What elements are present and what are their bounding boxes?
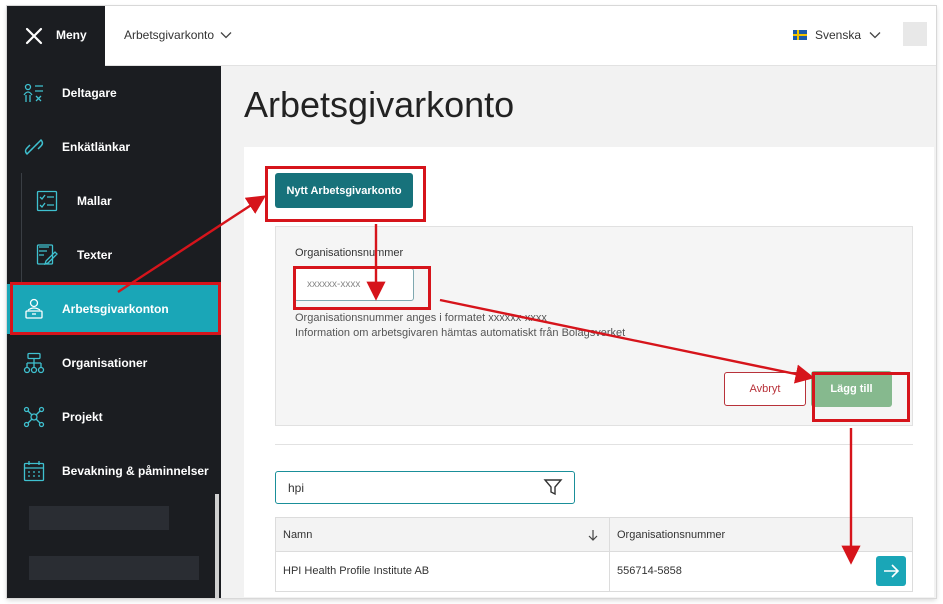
edit-text-icon (36, 244, 58, 266)
sidebar-item-label: Projekt (62, 410, 103, 424)
sidebar-item-label: Mallar (77, 194, 112, 208)
sidebar-item-mallar[interactable]: Mallar (7, 176, 221, 226)
table-header-org-number[interactable]: Organisationsnummer (610, 518, 912, 552)
sidebar-item-label: Arbetsgivarkonton (62, 302, 169, 316)
sidebar-item-label: Organisationer (62, 356, 148, 370)
sidebar-item-label: Deltagare (62, 86, 117, 100)
avatar[interactable] (903, 22, 927, 46)
sidebar-scrollbar[interactable] (215, 494, 219, 598)
cancel-button[interactable]: Avbryt (724, 372, 806, 406)
chevron-down-icon (220, 32, 232, 39)
sidebar-item-arbetsgivarkonton[interactable]: Arbetsgivarkonton (7, 284, 221, 334)
template-icon (36, 190, 58, 212)
language-dropdown[interactable]: Svenska (793, 28, 881, 42)
sidebar-item-deltagare[interactable]: Deltagare (7, 68, 221, 118)
filter-icon[interactable] (543, 477, 563, 497)
sort-arrow-down-icon[interactable] (588, 529, 598, 541)
menu-button[interactable]: Meny (7, 6, 105, 66)
add-button[interactable]: Lägg till (811, 371, 892, 407)
blurred-sidebar-item (29, 506, 169, 530)
blurred-sidebar-item (29, 556, 199, 580)
sidebar-item-enkatlankar[interactable]: Enkätlänkar (7, 122, 221, 172)
table-header-label: Namn (283, 528, 313, 541)
org-number-label: Organisationsnummer (295, 247, 404, 259)
swedish-flag-icon (793, 30, 807, 40)
account-dropdown[interactable]: Arbetsgivarkonto (124, 28, 232, 42)
close-icon (25, 27, 43, 45)
participants-icon (23, 83, 43, 102)
org-number-help-format: Organisationsnummer anges i formatet xxx… (295, 312, 547, 324)
open-row-button[interactable] (876, 556, 906, 586)
top-bar: Meny Arbetsgivarkonto Svenska (7, 6, 936, 66)
menu-label: Meny (56, 28, 87, 42)
sidebar-item-organisationer[interactable]: Organisationer (7, 338, 221, 388)
chevron-down-icon (869, 32, 881, 39)
table-header-name[interactable]: Namn (276, 518, 609, 552)
search-input[interactable]: hpi (275, 471, 575, 504)
org-chart-icon (23, 352, 45, 374)
sidebar-item-label: Texter (77, 248, 113, 262)
arrow-right-icon (884, 564, 900, 578)
sidebar-item-bevakning[interactable]: Bevakning & påminnelser (7, 446, 221, 496)
network-icon (23, 406, 45, 428)
table-cell-name: HPI Health Profile Institute AB (283, 565, 430, 577)
sidebar-item-projekt[interactable]: Projekt (7, 392, 221, 442)
sidebar-item-texter[interactable]: Texter (7, 230, 221, 280)
table-header-label: Organisationsnummer (617, 528, 726, 541)
new-employer-account-button[interactable]: Nytt Arbetsgivarkonto (275, 173, 413, 208)
page-title: Arbetsgivarkonto (244, 84, 515, 125)
language-label: Svenska (815, 28, 862, 42)
sidebar: Deltagare Enkätlänkar Mallar Texter Arbe (7, 66, 221, 598)
section-divider (275, 444, 913, 445)
table-cell-org-number: 556714-5858 (617, 565, 682, 577)
link-icon (24, 138, 44, 156)
employer-icon (25, 298, 43, 319)
org-number-input[interactable]: xxxxxx-xxxx (294, 268, 414, 301)
org-number-help-source: Information om arbetsgivaren hämtas auto… (295, 327, 626, 339)
sidebar-item-label: Bevakning & påminnelser (62, 464, 209, 478)
account-dropdown-label: Arbetsgivarkonto (124, 28, 215, 42)
employer-table: Namn Organisationsnummer HPI Health Prof… (275, 517, 913, 592)
sidebar-item-label: Enkätlänkar (62, 140, 131, 154)
calendar-icon (23, 461, 45, 482)
